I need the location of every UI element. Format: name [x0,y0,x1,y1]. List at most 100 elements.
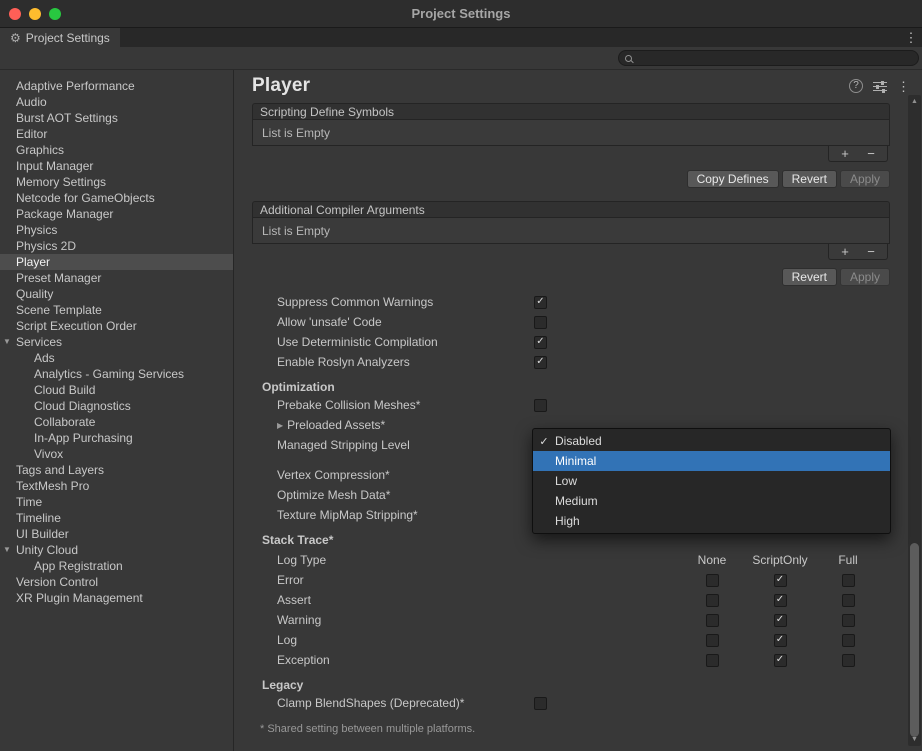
menu-item-minimal[interactable]: Minimal [533,451,890,471]
copy-defines-button[interactable]: Copy Defines [687,170,779,188]
scrollbar-thumb[interactable] [910,543,919,737]
window-title: Project Settings [412,6,511,21]
sidebar-item-services[interactable]: ▼Services [0,334,233,350]
presets-icon[interactable] [873,81,887,92]
managed-stripping-level-menu: ✓DisabledMinimalLowMediumHigh [532,428,891,534]
apply-button[interactable]: Apply [840,268,890,286]
sidebar-item-script-execution-order[interactable]: Script Execution Order [0,318,233,334]
apply-button[interactable]: Apply [840,170,890,188]
sidebar-item-label: Player [16,255,50,269]
checkbox[interactable] [706,614,719,627]
checkbox[interactable] [534,399,547,412]
checkbox[interactable] [842,574,855,587]
close-window-icon[interactable] [9,8,21,20]
search-input[interactable] [637,52,912,65]
sidebar-item-cloud-build[interactable]: Cloud Build [0,382,233,398]
revert-button[interactable]: Revert [782,268,837,286]
sidebar-item-unity-cloud[interactable]: ▼Unity Cloud [0,542,233,558]
remove-item-button[interactable]: − [861,147,881,160]
sidebar-item-version-control[interactable]: Version Control [0,574,233,590]
sidebar-item-vivox[interactable]: Vivox [0,446,233,462]
checkbox[interactable]: ✓ [774,614,787,627]
checkbox[interactable] [842,594,855,607]
sidebar-item-cloud-diagnostics[interactable]: Cloud Diagnostics [0,398,233,414]
checkbox[interactable]: ✓ [534,296,547,309]
compiler-flags: Suppress Common Warnings✓Allow 'unsafe' … [252,292,890,372]
checkbox[interactable] [534,316,547,329]
checkbox[interactable]: ✓ [774,594,787,607]
foldout-closed-icon[interactable]: ▶ [277,421,283,430]
sidebar-item-time[interactable]: Time [0,494,233,510]
sidebar-item-memory-settings[interactable]: Memory Settings [0,174,233,190]
checkbox[interactable] [706,654,719,667]
sidebar-item-burst-aot-settings[interactable]: Burst AOT Settings [0,110,233,126]
sidebar-item-preset-manager[interactable]: Preset Manager [0,270,233,286]
tab-project-settings[interactable]: ⚙ Project Settings [0,28,120,47]
sidebar-item-physics-2d[interactable]: Physics 2D [0,238,233,254]
legacy-header: Legacy [252,677,890,693]
sidebar-item-label: Quality [16,287,53,301]
sidebar-item-player[interactable]: Player [0,254,233,270]
setting-label-text: Managed Stripping Level [277,438,410,452]
checkbox[interactable] [842,614,855,627]
sidebar-item-adaptive-performance[interactable]: Adaptive Performance [0,78,233,94]
sidebar-item-graphics[interactable]: Graphics [0,142,233,158]
add-item-button[interactable]: + [835,245,855,258]
foldout-open-icon[interactable]: ▼ [3,334,11,350]
scroll-up-icon[interactable]: ▲ [908,98,921,105]
sidebar-item-netcode-for-gameobjects[interactable]: Netcode for GameObjects [0,190,233,206]
checkbox[interactable] [706,594,719,607]
checkbox[interactable] [842,654,855,667]
sidebar-item-input-manager[interactable]: Input Manager [0,158,233,174]
menu-item-disabled[interactable]: ✓Disabled [533,431,890,451]
checkbox[interactable] [842,634,855,647]
checkbox[interactable]: ✓ [534,356,547,369]
sidebar-item-physics[interactable]: Physics [0,222,233,238]
checkbox[interactable]: ✓ [774,634,787,647]
sidebar-item-xr-plugin-management[interactable]: XR Plugin Management [0,590,233,606]
checkbox[interactable]: ✓ [774,654,787,667]
sidebar-item-label: UI Builder [16,527,69,541]
zoom-window-icon[interactable] [49,8,61,20]
sidebar-item-label: Ads [34,351,55,365]
remove-item-button[interactable]: − [861,245,881,258]
sidebar-item-ads[interactable]: Ads [0,350,233,366]
log-type-label: Log Type [277,553,678,567]
revert-button[interactable]: Revert [782,170,837,188]
setting-label-text: Vertex Compression* [277,468,390,482]
sidebar-item-audio[interactable]: Audio [0,94,233,110]
scroll-down-icon[interactable]: ▼ [908,736,921,743]
search-field[interactable] [618,50,919,66]
checkbox[interactable] [706,574,719,587]
sidebar-item-collaborate[interactable]: Collaborate [0,414,233,430]
sidebar-item-analytics-gaming-services[interactable]: Analytics - Gaming Services [0,366,233,382]
row-label: Warning [277,613,678,627]
add-item-button[interactable]: + [835,147,855,160]
minimize-window-icon[interactable] [29,8,41,20]
sidebar-item-label: Script Execution Order [16,319,137,333]
sidebar-item-quality[interactable]: Quality [0,286,233,302]
checkbox[interactable]: ✓ [534,336,547,349]
menu-item-medium[interactable]: Medium [533,491,890,511]
checkbox[interactable] [534,697,547,710]
sidebar-item-tags-and-layers[interactable]: Tags and Layers [0,462,233,478]
checkbox[interactable] [706,634,719,647]
foldout-open-icon[interactable]: ▼ [3,542,11,558]
vertical-scrollbar[interactable]: ▲ ▼ [908,95,921,746]
tabstrip-kebab-icon[interactable]: ⋮ [904,30,918,46]
sidebar-item-timeline[interactable]: Timeline [0,510,233,526]
setting-label: Managed Stripping Level [277,438,534,452]
sidebar-item-app-registration[interactable]: App Registration [0,558,233,574]
sidebar-item-editor[interactable]: Editor [0,126,233,142]
sidebar-item-textmesh-pro[interactable]: TextMesh Pro [0,478,233,494]
checkbox[interactable]: ✓ [774,574,787,587]
sidebar-item-package-manager[interactable]: Package Manager [0,206,233,222]
panel-kebab-icon[interactable]: ⋮ [897,80,910,93]
sidebar-item-in-app-purchasing[interactable]: In-App Purchasing [0,430,233,446]
menu-item-low[interactable]: Low [533,471,890,491]
menu-item-high[interactable]: High [533,511,890,531]
sidebar-item-label: XR Plugin Management [16,591,143,605]
sidebar-item-scene-template[interactable]: Scene Template [0,302,233,318]
sidebar-item-ui-builder[interactable]: UI Builder [0,526,233,542]
help-icon[interactable]: ? [849,79,863,93]
